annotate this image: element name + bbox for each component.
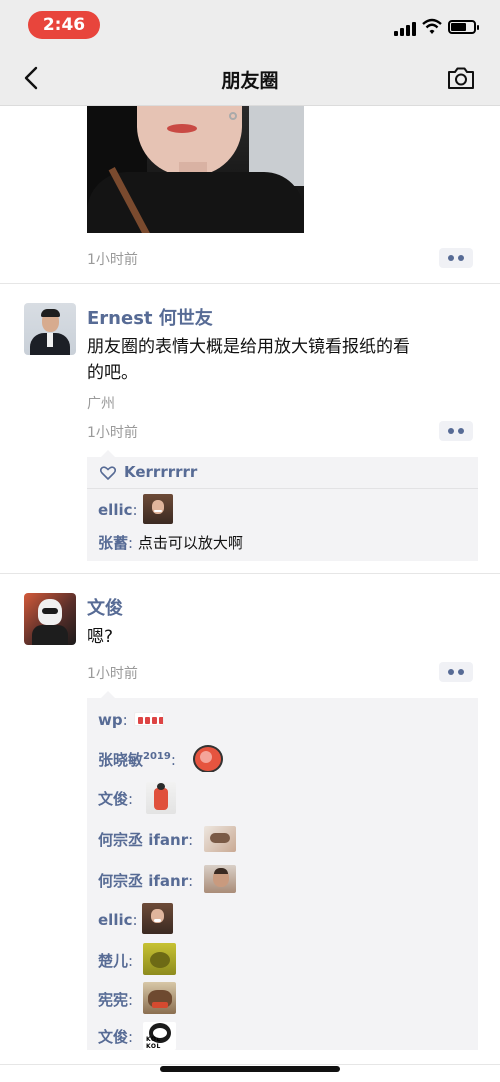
post-author[interactable]: 文俊 [87, 594, 123, 620]
comment-box: wp: 张晓敏2019: 文俊: 何宗丞 ifanr: 何宗丞 ifanr: e… [87, 691, 478, 1050]
post-text-line: 朋友圈的表情大概是给用放大镜看报纸的看 [87, 337, 410, 357]
comment-row[interactable]: ellic: [98, 910, 138, 930]
post-divider [0, 283, 500, 284]
status-time: 2:46 [28, 11, 100, 39]
comment-user[interactable]: 文俊 [98, 790, 128, 808]
comment-box: Kerrrrrrr ellic: 张蓄: 点击可以放大啊 [87, 450, 478, 561]
comment-row[interactable]: wp: [98, 710, 128, 730]
comment-user[interactable]: 何宗丞 ifanr [98, 872, 188, 890]
post-time: 1小时前 [87, 666, 138, 682]
camera-icon[interactable] [446, 65, 476, 91]
comment-sticker[interactable] [142, 903, 173, 934]
comment-user[interactable]: 张蓄 [98, 534, 128, 552]
nav-bar: 朋友圈 [0, 50, 500, 106]
comment-text: 点击可以放大啊 [137, 534, 243, 552]
comment-sticker[interactable] [143, 982, 176, 1014]
comment-row[interactable]: ellic: [98, 500, 138, 520]
post-text-line: 的吧。 [87, 363, 138, 383]
post-time: 1小时前 [87, 425, 138, 441]
post-time: 1小时前 [87, 252, 138, 268]
comment-user[interactable]: 何宗丞 ifanr [98, 831, 188, 849]
post-location[interactable]: 广州 [87, 393, 115, 413]
sticker-caption: KOL KOL [146, 1036, 161, 1050]
comment-user[interactable]: ellic [98, 911, 133, 929]
comment-sticker[interactable] [204, 826, 236, 852]
battery-icon [448, 20, 479, 34]
comment-row[interactable]: 文俊: [98, 789, 133, 809]
comment-user[interactable]: 张晓敏2019 [98, 751, 171, 769]
comment-user[interactable]: wp [98, 711, 123, 729]
comment-sticker[interactable] [204, 865, 236, 893]
heart-outline-icon [100, 466, 116, 480]
comment-row[interactable]: 何宗丞 ifanr: [98, 871, 193, 891]
page-title: 朋友圈 [221, 70, 279, 92]
comment-sticker[interactable]: KOL KOL [143, 1022, 176, 1050]
comment-sticker[interactable] [191, 738, 223, 772]
post-divider [0, 1064, 500, 1065]
post-photo[interactable] [87, 106, 304, 233]
comment-sticker[interactable] [134, 712, 164, 726]
avatar[interactable] [24, 303, 76, 355]
post-author[interactable]: Ernest 何世友 [87, 304, 213, 330]
like-user[interactable]: Kerrrrrrr [124, 463, 197, 481]
comment-row[interactable]: 楚儿: [98, 951, 133, 971]
moments-feed[interactable]: 1小时前 Ernest 何世友 朋友圈的表情大概是给用放大镜看报纸的看 的吧。 … [0, 106, 500, 1082]
wifi-icon [422, 18, 442, 34]
status-bar: 2:46 [0, 0, 500, 50]
cellular-signal-icon [394, 22, 418, 36]
comment-sticker[interactable] [146, 782, 176, 814]
comment-sticker[interactable] [143, 494, 173, 524]
avatar[interactable] [24, 593, 76, 645]
comment-user[interactable]: 宪宪 [98, 991, 128, 1009]
comment-row[interactable]: 张晓敏2019: [98, 747, 176, 770]
more-dots-icon[interactable] [439, 421, 473, 441]
comment-row[interactable]: 宪宪: [98, 990, 133, 1010]
comment-row[interactable]: 何宗丞 ifanr: [98, 830, 193, 850]
comment-row[interactable]: 文俊: [98, 1027, 133, 1047]
more-dots-icon[interactable] [439, 248, 473, 268]
home-indicator[interactable] [160, 1066, 340, 1072]
post-divider [0, 573, 500, 574]
comment-user[interactable]: ellic [98, 501, 133, 519]
comment-row[interactable]: 张蓄: 点击可以放大啊 [98, 533, 243, 553]
comment-user[interactable]: 楚儿 [98, 952, 128, 970]
comment-sticker[interactable] [143, 943, 176, 975]
more-dots-icon[interactable] [439, 662, 473, 682]
post-text: 嗯? [87, 627, 114, 647]
likes-row: Kerrrrrrr [87, 457, 478, 489]
comment-user[interactable]: 文俊 [98, 1028, 128, 1046]
